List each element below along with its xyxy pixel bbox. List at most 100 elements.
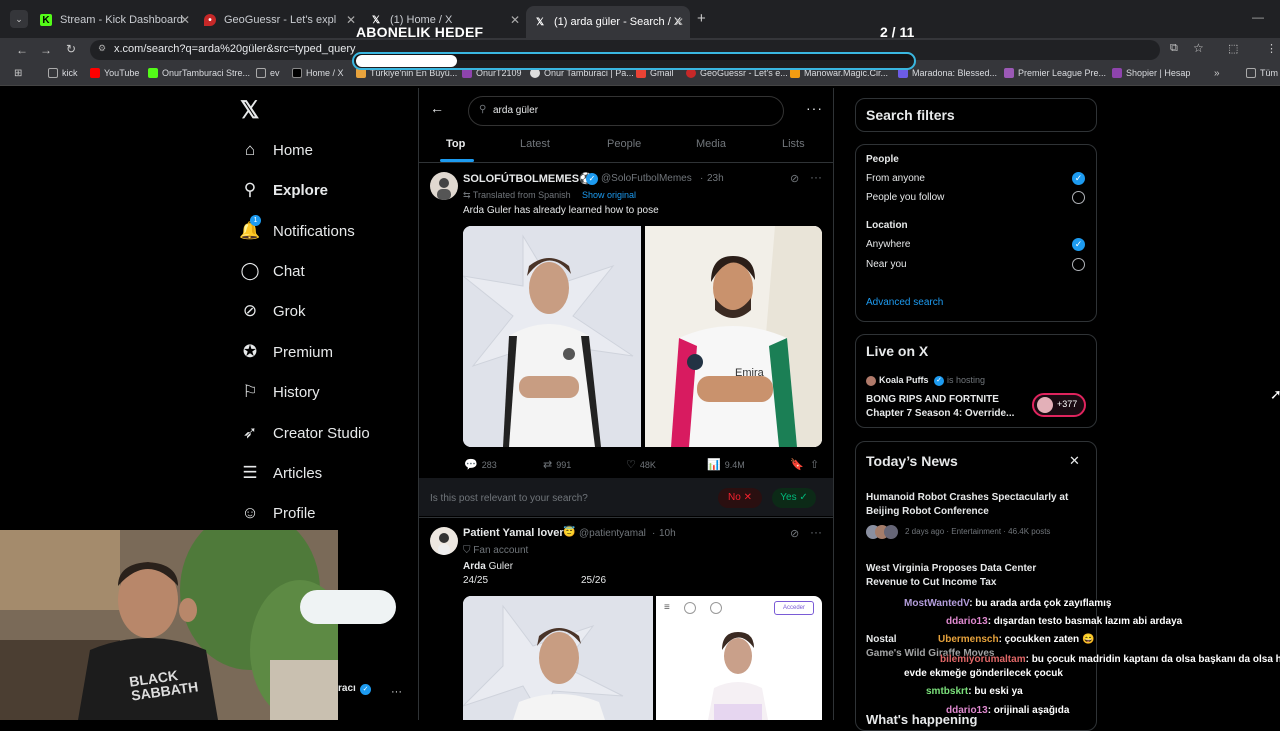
grok-icon[interactable]: ⊘ [790,527,799,540]
browser-tab-4[interactable]: 𝕏 (1) arda güler - Search / X ✕ [526,6,690,38]
reply-button[interactable]: 💬 283 [464,458,497,471]
post-image-realmadrid-app[interactable]: ≡ Acceder [656,596,822,720]
nav-item-notifications[interactable]: 🔔 Notifications 1 [239,215,355,245]
account-menu-icon[interactable]: ··· [391,686,402,698]
like-button[interactable]: ♡ 48K [626,458,656,471]
live-stream-title-2[interactable]: Chapter 7 Season 4: Override... [866,408,1014,419]
search-input[interactable]: ⚲ arda güler [468,96,784,126]
forward-icon[interactable]: → [40,43,52,57]
post-image-brahim[interactable]: Emira [645,226,822,447]
back-arrow-icon[interactable]: ← [430,100,444,116]
post-handle[interactable]: @SoloFutbolMemes [601,173,692,184]
live-stream-title-1[interactable]: BONG RIPS AND FORTNITE [866,394,999,405]
relevance-no-button[interactable]: No ✕ [718,488,762,508]
more-bookmarks-icon[interactable]: » [1214,68,1220,79]
share-button[interactable]: ⇧ [810,458,823,471]
bookmark-item[interactable]: ev [256,68,280,78]
post-author-name[interactable]: SOLOFÚTBOLMEMES⚽ [463,172,593,185]
news-headline[interactable]: West Virginia Proposes Data Center [866,563,1036,574]
avatar[interactable] [430,527,458,555]
check-radio-icon[interactable]: ✓ [1072,172,1085,185]
filter-people-you-follow[interactable]: People you follow [866,192,944,203]
star-bookmark-icon[interactable]: ☆ [1193,41,1204,55]
post-text-left-label: 24/25 [463,575,489,586]
close-tab-icon[interactable]: ✕ [510,13,520,27]
host-avatar[interactable] [866,376,876,386]
bookmark-item[interactable]: kick [48,68,78,78]
nav-item-history[interactable]: ⚐ History [240,378,319,406]
bookmark-item[interactable]: Shopier | Hesap [1112,68,1190,78]
post-image-arda-2[interactable] [463,596,653,720]
minimize-window-icon[interactable]: — [1252,10,1264,24]
listeners-pill[interactable]: +377 [1032,393,1086,417]
tab-latest[interactable]: Latest [520,138,550,150]
news-headline-2[interactable]: Revenue to Cut Income Tax [866,577,996,588]
nav-item-articles[interactable]: ☰ Articles [240,459,322,487]
post-author-name[interactable]: Patient Yamal lover [463,527,564,539]
tab-media[interactable]: Media [696,138,726,150]
show-original-link[interactable]: Show original [582,190,636,200]
nav-item-profile[interactable]: ☺ Profile [240,499,315,527]
live-host-name[interactable]: Koala Puffs [879,375,929,385]
more-options-icon[interactable]: ··· [806,100,823,116]
all-bookmarks-item[interactable]: Tüm [1246,68,1278,78]
post-time[interactable]: 10h [659,528,676,539]
close-tab-icon[interactable]: ✕ [674,15,684,29]
back-icon[interactable]: ← [16,43,28,57]
tab-lists[interactable]: Lists [782,138,805,150]
account-name-partial[interactable]: racı [338,683,356,694]
close-tab-icon[interactable]: ✕ [346,13,356,27]
menu-icon[interactable]: ⋮ [1266,42,1277,55]
post-button[interactable] [300,590,396,624]
bookmark-item[interactable]: OnurTamburaci Stre... [148,68,250,78]
news-headline[interactable]: Humanoid Robot Crashes Spectacularly at [866,492,1068,503]
views-button[interactable]: 📊 9.4M [707,458,745,471]
news-headline-2[interactable]: Beijing Robot Conference [866,506,989,517]
cast-icon[interactable]: ⧉ [1170,42,1178,55]
nav-item-grok[interactable]: ⊘ Grok [240,297,306,325]
filter-anywhere[interactable]: Anywhere [866,239,910,250]
check-radio-icon[interactable]: ✓ [1072,238,1085,251]
nav-item-chat[interactable]: ◯ Chat [240,257,304,285]
browser-tab-1[interactable]: K Stream - Kick Dashboard ✕ [32,8,196,32]
tab-people[interactable]: People [607,138,641,150]
apps-icon[interactable]: ⊞ [14,68,22,79]
nav-item-creator-studio[interactable]: ➶ Creator Studio [240,419,370,447]
filter-from-anyone[interactable]: From anyone [866,173,925,184]
post-time[interactable]: 23h [707,173,724,184]
avatar[interactable] [430,172,458,200]
new-tab-button[interactable]: + [697,10,706,27]
close-icon[interactable]: ✕ [1069,453,1080,469]
more-options-icon[interactable]: ··· [810,170,822,184]
extensions-icon[interactable]: ⬚ [1228,42,1238,55]
reload-icon[interactable]: ↻ [66,42,76,56]
advanced-search-link[interactable]: Advanced search [866,297,943,308]
reply-icon: 💬 [464,459,478,471]
bookmark-item[interactable]: Maradona: Blessed... [898,68,997,78]
chat-username: MostWantedV [904,598,970,609]
relevance-yes-button[interactable]: Yes ✓ [772,488,816,508]
post-handle[interactable]: @patientyamal [579,528,646,539]
tab-top[interactable]: Top [446,138,465,150]
nav-item-premium[interactable]: ✪ Premium [240,338,333,366]
post-image-arda[interactable] [463,226,641,447]
site-info-icon[interactable]: ⚙ [98,43,106,54]
bookmark-item[interactable]: Home / X [292,68,344,78]
browser-tab-2[interactable]: • GeoGuessr - Let's explore the w ✕ [196,8,362,32]
tab-search-dropdown[interactable]: ⌄ [10,10,28,28]
bookmark-button[interactable]: 🔖 [790,458,808,471]
radio-button[interactable] [1072,258,1085,271]
nav-item-home[interactable]: ⌂ Home [240,136,313,164]
chat-text: : dışardan testo basmak lazım abi ardaya [987,616,1183,627]
bookmark-item[interactable]: Premier League Pre... [1004,68,1106,78]
radio-button[interactable] [1072,191,1085,204]
close-tab-icon[interactable]: ✕ [180,13,190,27]
nav-item-explore[interactable]: ⚲ Explore [240,176,328,204]
bookmark-item[interactable]: YouTube [90,68,139,78]
more-options-icon[interactable]: ··· [810,525,822,539]
x-logo-icon[interactable]: 𝕏 [240,96,259,125]
news-headline[interactable]: Nostal [866,634,897,645]
filter-near-you[interactable]: Near you [866,259,907,270]
repost-button[interactable]: ⇄ 991 [543,458,571,471]
grok-icon[interactable]: ⊘ [790,172,799,185]
